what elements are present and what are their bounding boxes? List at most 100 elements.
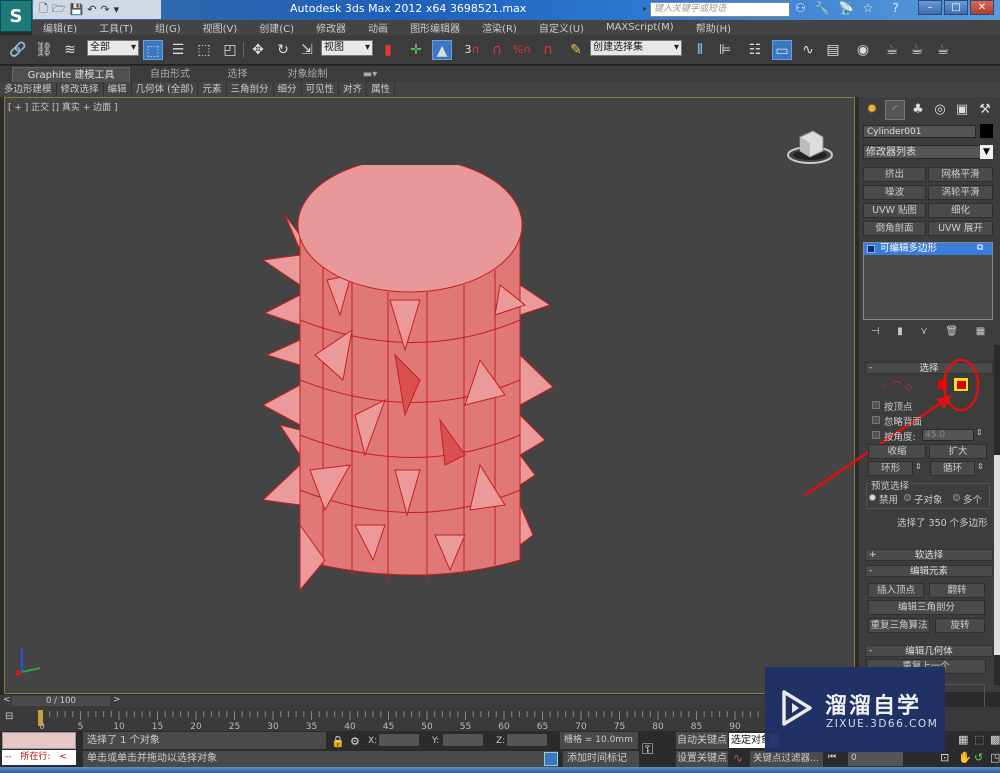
show-end-result-icon[interactable]: ▮ (897, 326, 903, 340)
pin-stack-icon[interactable]: ⊣ (871, 326, 880, 340)
chevron-down-icon[interactable]: ▼ (980, 145, 993, 159)
ring-spinner-icon[interactable]: ⇕ (915, 462, 922, 471)
customize-dropdown-icon[interactable]: ▾ (114, 3, 120, 16)
link-icon[interactable]: 🔗 (8, 40, 28, 60)
ribbon-elements[interactable]: 元素 (198, 82, 227, 97)
retriangulate-button[interactable]: 重复三角算法 (868, 618, 930, 633)
edit-elements-rollout-header[interactable]: - 编辑元素 (865, 565, 993, 577)
wrench-icon[interactable]: 🔧 (815, 1, 830, 15)
go-to-start-icon[interactable]: ⏮ (828, 752, 836, 762)
modifier-noise-button[interactable]: 噪波 (863, 185, 926, 200)
snaps-toggle-icon[interactable]: 3∩ (462, 40, 482, 60)
display-tab-icon[interactable]: ▣ (952, 100, 972, 120)
material-editor-icon[interactable]: ◉ (853, 40, 873, 60)
menu-rendering[interactable]: 渲染(R) (471, 20, 528, 35)
scrollbar-thumb[interactable] (994, 455, 1000, 655)
rectangle-selection-icon[interactable]: ⬚ (194, 40, 214, 60)
set-key-button[interactable]: 设置关键点 (676, 751, 728, 767)
ribbon-polygon-modeling[interactable]: 多边形建模 (0, 82, 57, 97)
align-icon[interactable]: ⊫ (715, 40, 735, 60)
preview-multi-radio[interactable] (953, 494, 960, 501)
create-tab-icon[interactable]: ✹ (862, 100, 882, 120)
motion-tab-icon[interactable]: ◎ (930, 100, 950, 120)
move-icon[interactable]: ✥ (248, 40, 268, 60)
current-frame-marker[interactable] (38, 710, 43, 726)
mirror-icon[interactable]: ⫴ (690, 40, 710, 60)
edit-geometry-rollout-header[interactable]: - 编辑几何体 (865, 645, 993, 657)
scale-icon[interactable]: ⇲ (297, 40, 317, 60)
ribbon-subdivision[interactable]: 细分 (274, 82, 302, 97)
tab-object-paint[interactable]: 对象绘制 (280, 67, 335, 82)
modify-tab-icon[interactable]: ◜ (885, 100, 905, 120)
new-icon[interactable]: 🗋 (39, 0, 48, 19)
select-manipulate-icon[interactable]: ✛ (406, 40, 426, 60)
maxscript-line[interactable]: -- 所在行: < (2, 750, 76, 765)
select-object-icon[interactable]: ⬚ (143, 40, 163, 60)
window-crossing-icon[interactable]: ◰ (220, 40, 240, 60)
pan-icon[interactable]: ✋ (958, 751, 972, 764)
ignore-backfacing-checkbox[interactable] (872, 416, 880, 424)
modifier-turbosmooth-button[interactable]: 涡轮平滑 (928, 185, 993, 200)
preview-off-radio[interactable] (869, 494, 876, 501)
loop-button[interactable]: 循环 (930, 461, 975, 476)
modifier-meshsmooth-button[interactable]: 网格平滑 (928, 167, 993, 182)
viewcube-icon[interactable] (785, 125, 835, 165)
modifier-tessellate-button[interactable]: 细化 (928, 203, 993, 218)
redo-icon[interactable]: ↷ (100, 3, 109, 16)
previous-frame-button[interactable]: < (3, 695, 11, 705)
keyboard-shortcut-override-icon[interactable]: ▲ (432, 40, 452, 60)
zoom-extents-icon[interactable]: ▦ (958, 733, 968, 746)
ribbon-edit[interactable]: 编辑 (104, 82, 132, 97)
modifier-uvw-map-button[interactable]: UVW 贴图 (863, 203, 926, 218)
pivot-center-icon[interactable]: ▮ (378, 40, 398, 60)
bind-spacewarp-icon[interactable]: ≋ (60, 40, 80, 60)
ribbon-options-icon[interactable]: ▬▾ (360, 67, 380, 82)
utilities-tab-icon[interactable]: ⚒ (975, 100, 995, 120)
viewport-label[interactable]: [ + ] 正交 [] 真实 + 边面 ] (8, 100, 118, 113)
unlink-icon[interactable]: ⛓ (34, 40, 54, 60)
by-vertex-checkbox[interactable] (872, 401, 880, 409)
menu-help[interactable]: 帮助(H) (685, 20, 742, 35)
named-selection-dropdown[interactable]: 创建选择集 (590, 40, 682, 56)
ribbon-geometry-all[interactable]: 几何体 (全部) (132, 82, 199, 97)
time-slider-thumb[interactable]: 0 / 100 (12, 696, 110, 706)
undo-icon[interactable]: ↶ (87, 3, 96, 16)
ribbon-properties[interactable]: 属性 (367, 82, 396, 97)
layer-manager-icon[interactable]: ☷ (745, 40, 765, 60)
close-button[interactable]: ✕ (970, 0, 994, 15)
tab-graphite-modeling[interactable]: Graphite 建模工具 (12, 67, 130, 82)
orbit-icon[interactable]: ↺ (974, 751, 983, 764)
maximize-button[interactable]: □ (944, 0, 968, 15)
time-slider-track[interactable] (0, 695, 860, 707)
spinner-arrows-icon[interactable]: ⇕ (976, 428, 983, 437)
binoculars-icon[interactable]: ⚇ (795, 1, 806, 15)
menu-customize[interactable]: 自定义(U) (528, 20, 595, 35)
rendered-frame-window-icon[interactable]: ☕ (907, 40, 927, 60)
tab-freeform[interactable]: 自由形式 (140, 67, 200, 82)
loop-spinner-icon[interactable]: ⇕ (977, 462, 984, 471)
hierarchy-tab-icon[interactable]: ♣ (908, 100, 928, 120)
y-coordinate-field[interactable] (442, 733, 484, 747)
ribbon-align[interactable]: 对齐 (339, 82, 368, 97)
auto-key-button[interactable]: 自动关键点 (676, 732, 728, 749)
current-frame-field[interactable]: 0 (848, 751, 903, 766)
key-tangent-icon[interactable]: ∿ (733, 751, 743, 765)
open-icon[interactable]: 🗁 (52, 0, 66, 19)
render-setup-icon[interactable]: ☕ (882, 40, 902, 60)
menu-graph-editors[interactable]: 图形编辑器 (399, 20, 471, 35)
by-angle-checkbox[interactable] (872, 431, 880, 439)
grow-button[interactable]: 扩大 (929, 444, 987, 459)
curve-editor-icon[interactable]: ∿ (798, 40, 818, 60)
object-color-swatch[interactable] (980, 124, 993, 138)
maximize-viewport-icon[interactable]: ◳ (990, 751, 1000, 764)
x-coordinate-field[interactable] (378, 733, 420, 747)
modifier-unwrap-uvw-button[interactable]: UVW 展开 (928, 221, 993, 236)
menu-maxscript[interactable]: MAXScript(M) (595, 22, 685, 33)
modifier-list-dropdown[interactable]: 修改器列表 (863, 145, 993, 159)
flip-button[interactable]: 翻转 (929, 583, 985, 598)
zoom-extents-all-icon[interactable]: ⬚ (974, 733, 984, 746)
save-icon[interactable]: 💾 (70, 3, 84, 16)
menu-edit[interactable]: 编辑(E) (32, 20, 88, 35)
lock-selection-icon[interactable]: 🔒 (331, 735, 345, 748)
maxscript-listener-mini[interactable] (2, 732, 76, 749)
